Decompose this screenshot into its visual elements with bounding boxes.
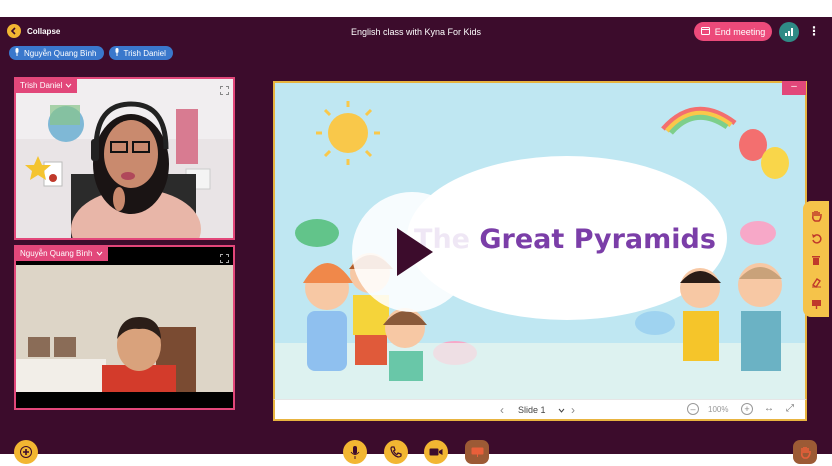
raise-hand-button[interactable]	[793, 440, 817, 464]
next-slide-icon[interactable]: ›	[571, 403, 575, 417]
phone-icon	[390, 446, 402, 458]
teacher-video-frame	[16, 79, 233, 238]
board-icon[interactable]	[808, 296, 824, 312]
undo-icon[interactable]	[808, 230, 824, 246]
eraser-icon[interactable]	[808, 274, 824, 290]
student-name: Nguyễn Quang Bình	[20, 249, 93, 258]
chevron-down-icon	[558, 405, 565, 415]
zoom-out-icon[interactable]: –	[687, 403, 699, 415]
slide-selector[interactable]: Slide 1	[518, 405, 565, 415]
raise-hand-icon	[800, 446, 811, 459]
teacher-name: Trish Daniel	[20, 81, 63, 90]
participant-name: Trish Daniel	[123, 48, 166, 58]
hand-icon[interactable]	[808, 208, 824, 224]
presentation-slide[interactable]: The Great Pyramids	[273, 81, 807, 405]
fullscreen-icon[interactable]	[220, 82, 229, 100]
microphone-icon	[14, 48, 20, 58]
participant-name: Nguyễn Quang Bình	[24, 48, 97, 58]
microphone-icon	[114, 48, 120, 58]
camera-icon	[429, 448, 443, 456]
screen-share-button[interactable]	[465, 440, 489, 464]
minimize-slide-button[interactable]: –	[782, 81, 806, 95]
chevron-down-icon	[65, 81, 72, 90]
meeting-window: Collapse English class with Kyna For Kid…	[0, 17, 832, 464]
fullscreen-icon[interactable]: ⤢	[786, 403, 794, 414]
zoom-level: 100%	[708, 405, 729, 414]
microphone-icon	[350, 445, 360, 459]
trash-icon[interactable]	[808, 252, 824, 268]
student-video-frame	[16, 247, 233, 408]
top-bar: Collapse English class with Kyna For Kid…	[0, 17, 832, 45]
add-button[interactable]	[14, 440, 38, 464]
end-meeting-button[interactable]: End meeting	[694, 22, 772, 41]
fullscreen-icon[interactable]	[220, 250, 229, 268]
screen-share-icon	[471, 447, 483, 457]
end-meeting-label: End meeting	[714, 26, 766, 37]
whiteboard-toolbar	[803, 201, 829, 317]
zoom-in-icon[interactable]: +	[741, 403, 753, 415]
camera-button[interactable]	[424, 440, 448, 464]
fit-width-icon[interactable]: ↔	[764, 403, 774, 414]
play-icon	[397, 228, 433, 276]
slide-page-label: Slide 1	[518, 405, 546, 415]
more-options-icon[interactable]: ⋮	[808, 24, 820, 38]
video-tile-teacher[interactable]: Trish Daniel	[14, 77, 235, 240]
chevron-down-icon	[96, 249, 103, 258]
teacher-name-tag[interactable]: Trish Daniel	[16, 79, 78, 93]
video-tile-student[interactable]: Nguyễn Quang Bình	[14, 245, 235, 410]
phone-button[interactable]	[384, 440, 408, 464]
student-name-tag[interactable]: Nguyễn Quang Bình	[16, 247, 108, 261]
signal-icon[interactable]	[779, 22, 799, 42]
previous-slide-icon[interactable]: ‹	[500, 403, 504, 417]
slide-navigation-bar: ‹ Slide 1 › – 100% + ↔ ⤢	[273, 399, 807, 421]
participant-chip[interactable]: Nguyễn Quang Bình	[9, 46, 104, 60]
add-icon	[20, 446, 32, 458]
microphone-button[interactable]	[343, 440, 367, 464]
play-button[interactable]	[352, 192, 472, 312]
participant-list: Nguyễn Quang Bình Trish Daniel	[9, 46, 173, 60]
participant-chip[interactable]: Trish Daniel	[108, 46, 173, 60]
calendar-icon	[700, 26, 710, 37]
